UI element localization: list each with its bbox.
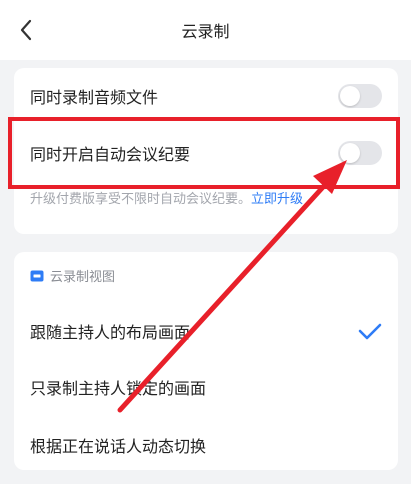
- annotation-arrow-icon: [117, 160, 347, 413]
